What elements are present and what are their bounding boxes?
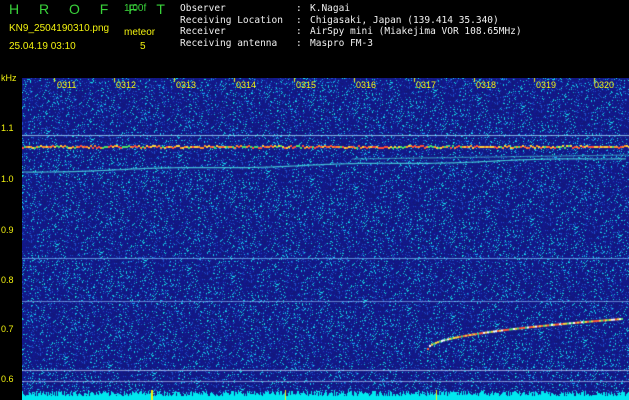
x-tick-label: 0317: [416, 80, 437, 90]
x-tick-label: 0311: [57, 80, 77, 90]
x-tick-label: 0313: [176, 80, 197, 90]
x-tick-label: 0320: [594, 80, 615, 90]
x-tick-label: 0315: [296, 80, 317, 90]
x-tick-label: 0318: [476, 80, 497, 90]
info-separator: :: [296, 26, 302, 37]
y-tick-label: 0.8: [1, 275, 14, 285]
y-tick-label: 1.0: [1, 174, 14, 184]
y-tick-label: 1.1: [1, 123, 14, 133]
y-tick-label: 0.6: [1, 374, 14, 384]
info-key: Receiving antenna: [180, 37, 278, 49]
app-title: H R O F F T: [9, 1, 173, 17]
x-tick-label: 0316: [356, 80, 377, 90]
y-tick-label: 0.9: [1, 225, 14, 235]
meteor-count: 5: [140, 41, 146, 52]
observation-info: Observer: K.Nagai Receiving Location: Chig…: [180, 3, 522, 49]
info-key: Receiving Location: [180, 14, 283, 26]
info-key: Receiver: [180, 26, 226, 37]
info-value: AirSpy mini (Miakejima VOR 108.65MHz): [310, 26, 522, 37]
info-key: Observer: [180, 3, 226, 14]
x-tick-label: 0314: [236, 80, 257, 90]
info-row: Observer: K.Nagai: [180, 3, 522, 15]
y-tick-label: 0.7: [1, 324, 14, 334]
file-name: KN9_2504190310.png: [9, 23, 110, 34]
info-separator: :: [296, 37, 302, 49]
timestamp: 25.04.19 03:10: [9, 41, 76, 52]
info-value: K.Nagai: [310, 3, 351, 14]
x-tick-label: 0312: [116, 80, 137, 90]
info-value: Chigasaki, Japan (139.414 35.340): [310, 14, 499, 26]
spectrogram: [22, 78, 629, 400]
info-row: Receiver: AirSpy mini (Miakejima VOR 108.…: [180, 26, 522, 38]
x-tick-label: 0319: [536, 80, 557, 90]
info-separator: :: [296, 14, 302, 26]
info-value: Maspro FM-3: [310, 37, 373, 49]
meteor-label: meteor: [124, 27, 156, 38]
info-row: Receiving antenna: Maspro FM-3: [180, 38, 522, 50]
info-separator: :: [296, 3, 302, 14]
version-label: 1.00f: [124, 3, 147, 14]
header-panel: H R O F F T 1.00f KN9_2504190310.png met…: [0, 0, 629, 78]
axis-unit: kHz: [1, 73, 17, 83]
info-row: Receiving Location: Chigasaki, Japan (139…: [180, 15, 522, 27]
